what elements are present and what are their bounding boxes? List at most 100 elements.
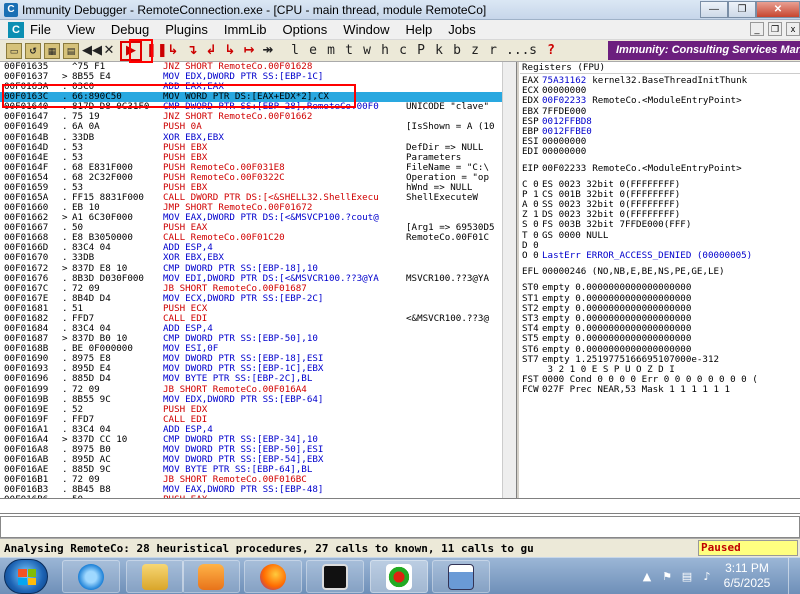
maximize-button[interactable]: ❐ (728, 1, 756, 18)
taskbar-media-button[interactable] (182, 560, 240, 593)
immunity-app-icon[interactable]: C (4, 2, 18, 17)
execute-till-return-icon[interactable]: ↦ (241, 43, 257, 59)
pause-icon[interactable]: ❚❚ (146, 43, 168, 59)
taskbar-firefox-button[interactable] (244, 560, 302, 593)
mdi-restore-button[interactable]: ❐ (768, 22, 782, 36)
close-button[interactable]: ✕ (756, 1, 800, 18)
register-comment: RemoteCo.<ModuleEntryPoint> (592, 162, 742, 174)
memory-icon[interactable]: ▤ (63, 42, 79, 59)
show-desktop-button[interactable] (788, 558, 800, 594)
menu-debug[interactable]: Debug (111, 22, 149, 37)
menu-help[interactable]: Help (406, 22, 433, 37)
instruction-bytes: 885D D4 (72, 373, 111, 385)
network-icon[interactable]: ▤ (680, 570, 694, 584)
memory-window-button[interactable]: m (326, 43, 336, 59)
minimize-button[interactable]: — (700, 1, 728, 18)
action-center-flag-icon[interactable]: ⚑ (660, 570, 674, 584)
register-row[interactable]: T 0 GS 0000 NULL (520, 229, 800, 241)
taskbar-ie-button[interactable] (62, 560, 120, 593)
mdi-minimize-button[interactable]: _ (750, 22, 764, 36)
registers-header: Registers (FPU) (520, 62, 800, 74)
go-to-icon[interactable]: ↠ (260, 43, 276, 59)
log-window-button[interactable]: l (290, 43, 300, 59)
mdi-close-button[interactable]: x (786, 22, 800, 36)
instruction-text: MOV BYTE PTR SS:[EBP-2C],BL (163, 373, 313, 385)
cpu-window-button[interactable]: c (398, 43, 408, 59)
show-hidden-icons-icon[interactable]: ▲ (640, 570, 654, 584)
menu-window[interactable]: Window (343, 22, 389, 37)
source-window-button[interactable]: s (528, 43, 538, 59)
menu-immlib[interactable]: ImmLib (224, 22, 267, 37)
disassembly-pane[interactable]: 00F01635 ^75 F1 JNZ SHORT RemoteCo.00F0162… (0, 62, 516, 498)
run-trace-button[interactable]: r (488, 43, 498, 59)
command-input[interactable] (1, 517, 797, 537)
register-value: 00000246 (NO,NB,E,BE,NS,PE,GE,LE) (542, 266, 725, 278)
register-comment: RemoteCo.<ModuleEntryPoint> (592, 95, 742, 107)
register-value: GS 0000 NULL (542, 229, 609, 241)
consulting-banner[interactable]: Immunity: Consulting Services Manager (608, 41, 800, 60)
register-row[interactable]: O 0 LastErr ERROR_ACCESS_DENIED (00000005… (520, 250, 800, 261)
taskbar-cmd-button[interactable] (306, 560, 364, 593)
close-process-icon[interactable]: ✕ (101, 43, 117, 59)
taskbar-immunity-button[interactable] (370, 560, 428, 593)
handles-window-button[interactable]: h (380, 43, 390, 59)
breakpoints-window-button[interactable]: b (452, 43, 462, 59)
step-into-icon[interactable]: ↳ (165, 43, 181, 59)
instruction-comment: MSVCR100.??3@YA (406, 272, 489, 284)
windows-window-button[interactable]: w (362, 43, 372, 59)
register-row[interactable]: FCW 027F Prec NEAR,53 Mask 1 1 1 1 1 1 (520, 385, 800, 395)
firefox-icon (260, 563, 286, 590)
run-icon[interactable]: ▶ (120, 40, 142, 61)
trace-over-icon[interactable]: ↳ (222, 43, 238, 59)
menu-plugins[interactable]: Plugins (165, 22, 208, 37)
command-bar (0, 516, 800, 538)
instruction-comment: RemoteCo.00F01C (406, 232, 489, 244)
instruction-address: 00F01696 (4, 373, 49, 385)
registers-pane[interactable]: Registers (FPU) EAX 75A31162 kernel32.Base… (520, 62, 800, 498)
options-icon[interactable]: ▦ (44, 42, 60, 59)
instruction-row[interactable]: 00F01696. 885D D4 MOV BYTE PTR SS:[EBP-2C]… (0, 374, 516, 384)
register-value: 00000000 (542, 146, 587, 158)
menu-options[interactable]: Options (282, 22, 327, 37)
call-stack-button[interactable]: k (434, 43, 444, 59)
immunity-debugger-icon (386, 563, 412, 590)
modules-window-button[interactable]: e (308, 43, 318, 59)
instruction-comment: ShellExecuteW (406, 192, 478, 204)
start-button[interactable] (4, 559, 48, 594)
rewind-icon[interactable]: ◀◀ (82, 43, 102, 59)
register-value: 00F02233 (542, 162, 587, 174)
register-row[interactable]: EIP 00F02233 RemoteCo.<ModuleEntryPoint> (520, 162, 800, 174)
dump-pane[interactable] (0, 498, 800, 514)
taskbar: ▲ ⚑ ▤ ♪ 3:11 PM 6/5/2025 (0, 557, 800, 594)
more-button[interactable]: ... (506, 43, 529, 59)
window-controls: — ❐ ✕ (700, 0, 800, 19)
internet-explorer-icon (78, 563, 104, 590)
instruction-comment: [IsShown = A (10 (406, 121, 495, 133)
patches-window-button[interactable]: P (416, 43, 426, 59)
mdi-controls: _ ❐ x (746, 22, 800, 36)
help-button[interactable]: ? (546, 43, 556, 59)
system-tray: ▲ ⚑ ▤ ♪ (640, 558, 720, 594)
threads-window-button[interactable]: t (344, 43, 354, 59)
restart-icon[interactable]: ↺ (25, 42, 41, 59)
menu-view[interactable]: View (67, 22, 95, 37)
trace-into-icon[interactable]: ↲ (203, 43, 219, 59)
instruction-marker: . (62, 373, 68, 385)
taskbar-explorer-button[interactable] (126, 560, 184, 593)
menu-file[interactable]: File (30, 22, 51, 37)
open-file-icon[interactable]: ▭ (6, 42, 22, 59)
taskbar-clock[interactable]: 3:11 PM 6/5/2025 (712, 561, 782, 591)
hardware-breakpoints-button[interactable]: z (470, 43, 480, 59)
clock-date: 6/5/2025 (723, 576, 771, 590)
step-over-icon[interactable]: ↴ (184, 43, 200, 59)
register-row[interactable]: EDI 00000000 (520, 147, 800, 157)
menu-jobs[interactable]: Jobs (448, 22, 475, 37)
disassembly-scrollbar[interactable] (502, 62, 516, 498)
register-row[interactable]: EFL 00000246 (NO,NB,E,BE,NS,PE,GE,LE) (520, 266, 800, 278)
folder-icon (142, 563, 168, 590)
taskbar-window-button[interactable] (432, 560, 490, 593)
cpu-window-icon[interactable]: C (8, 21, 24, 38)
application-window-icon (448, 563, 474, 590)
media-player-icon (198, 563, 224, 590)
menu-bar: C File View Debug Plugins ImmLib Options… (0, 20, 800, 40)
